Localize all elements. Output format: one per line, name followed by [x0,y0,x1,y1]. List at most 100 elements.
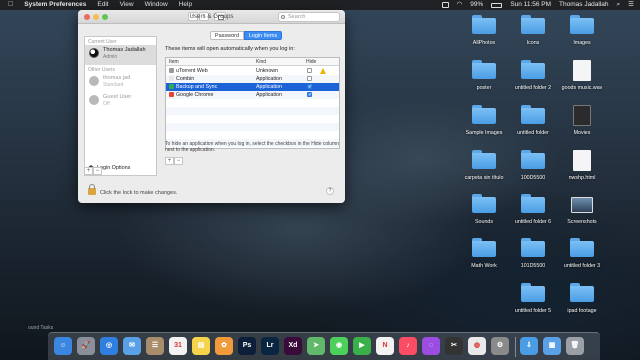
airplay-icon[interactable] [441,2,449,8]
desktop-item[interactable]: untitled folder 6 [508,194,558,238]
lock-icon[interactable] [88,184,96,195]
table-row[interactable]: Backup and Sync Application ✓ [166,83,339,91]
desktop-item[interactable]: Images [557,15,607,59]
table-row[interactable]: uTorrent Web Unknown [166,67,339,75]
desktop-item[interactable]: ipad footage [557,283,607,327]
current-user-menu[interactable]: Thomas Jadallah [559,0,609,10]
dock-chrome-icon[interactable]: ◍ [468,337,486,355]
table-row[interactable]: Combin Application [166,75,339,83]
close-button[interactable] [84,14,90,20]
dock-maps-icon[interactable]: ➤ [307,337,325,355]
desktop-item[interactable]: goods music.wav [557,60,607,104]
user-name: Guest User [103,94,132,100]
menu-extras-icon[interactable]: ☰ [628,0,634,10]
folder-icon [521,150,545,169]
menu-app-name[interactable]: System Preferences [24,0,86,10]
desktop-item[interactable]: 100D5500 [508,150,558,194]
menu-window[interactable]: Window [145,0,168,10]
desktop-item-label: Images [573,40,591,46]
desktop-item[interactable]: untitled folder [508,105,558,149]
dock-xd-icon[interactable]: Xd [284,337,302,355]
search-icon[interactable]: ⌕ [617,0,621,10]
user-avatar-icon [89,76,99,86]
show-all-grid-icon[interactable] [214,12,226,21]
add-login-item-button[interactable]: + [165,157,174,165]
dock-downloads-icon[interactable]: ⇩ [520,337,538,355]
desktop-item[interactable]: poster [459,60,509,104]
dock-lightroom-icon[interactable]: Lr [261,337,279,355]
hide-checkbox[interactable]: ✓ [307,92,312,98]
folder-icon [570,283,594,302]
wifi-icon[interactable]: ◠ [457,0,463,10]
dock-notes-icon[interactable]: ▤ [192,337,210,355]
user-item-guest[interactable]: Guest User Off [85,92,156,112]
dock-podcasts-icon[interactable]: ◌ [422,337,440,355]
folder-icon [472,15,496,34]
document-file-icon [573,150,591,171]
column-item[interactable]: Item [169,59,179,65]
dock-news-icon[interactable]: N [376,337,394,355]
battery-icon[interactable] [491,2,503,8]
tab-login-items[interactable]: Login Items [244,31,282,40]
user-item-thomas-jadallah[interactable]: Thomas Jadallah Admin [85,45,156,65]
remove-user-button[interactable]: − [93,167,102,175]
battery-percent[interactable]: 99% [470,0,483,10]
desktop-item[interactable]: Screenshots [557,194,607,238]
dock-photos-icon[interactable]: ✿ [215,337,233,355]
folder-icon [521,238,545,257]
dock-facetime-icon[interactable]: ▶ [353,337,371,355]
lock-row[interactable]: Click the lock to make changes. [88,184,177,196]
hide-checkbox[interactable] [307,68,312,73]
desktop-item[interactable]: Sample Images [459,105,509,149]
menu-edit[interactable]: Edit [97,0,108,10]
desktop-item[interactable]: untitled folder 2 [508,60,558,104]
item-kind: Unknown [256,68,279,74]
table-row[interactable]: Google Chrome Application ✓ [166,91,339,99]
desktop-item[interactable]: Movies [557,105,607,149]
dock-contacts-icon[interactable]: ☰ [146,337,164,355]
forward-button[interactable]: › [199,12,209,21]
desktop-item[interactable]: untitled folder 3 [557,238,607,282]
clock[interactable]: Sun 11:56 PM [510,0,551,10]
desktop-item[interactable]: Icons [508,15,558,59]
apple-menu-icon[interactable]:  [8,0,13,10]
user-role: Standard [103,82,124,88]
desktop-item[interactable]: Math Work [459,238,509,282]
dock-launchpad-icon[interactable]: 🚀 [77,337,95,355]
search-field[interactable]: Search [278,12,340,22]
desktop-item[interactable]: nwshp.html [557,150,607,194]
app-icon [169,84,174,89]
hide-checkbox[interactable] [307,76,312,81]
add-user-button[interactable]: + [84,167,93,175]
dock-photoshop-icon[interactable]: Ps [238,337,256,355]
hide-help-text: To hide an application when you log in, … [165,141,339,153]
tab-password[interactable]: Password [210,31,244,40]
remove-login-item-button[interactable]: − [174,157,183,165]
minimize-button[interactable] [93,14,99,20]
desktop-item[interactable]: AllPhotos [459,15,509,59]
hide-checkbox[interactable]: ✓ [307,84,312,90]
menu-view[interactable]: View [120,0,134,10]
dock-documents-icon[interactable]: ▦ [543,337,561,355]
dock-final-cut-icon[interactable]: ✂ [445,337,463,355]
column-hide[interactable]: Hide [306,59,316,65]
zoom-button[interactable] [102,14,108,20]
desktop-item[interactable]: Sounds [459,194,509,238]
dock-mail-icon[interactable]: ✉ [123,337,141,355]
desktop-item[interactable]: carpeta sin título [459,150,509,194]
dock-calendar-icon[interactable]: 31 [169,337,187,355]
dock-music-icon[interactable]: ♪ [399,337,417,355]
user-item-thomas-jad[interactable]: thomas jad Standard [85,73,156,93]
column-kind[interactable]: Kind [256,59,266,65]
dock-safari-icon[interactable]: ◎ [100,337,118,355]
dock-messages-icon[interactable]: ◉ [330,337,348,355]
dock-system-preferences-icon[interactable]: ⚙ [491,337,509,355]
help-button[interactable]: ? [326,187,334,195]
dock-finder-icon[interactable]: ☺ [54,337,72,355]
desktop-item[interactable]: 101D5500 [508,238,558,282]
menu-help[interactable]: Help [179,0,192,10]
dock-trash-icon[interactable]: 🗑 [566,337,584,355]
title-bar[interactable]: ‹ › Users & Groups Search [78,10,345,24]
back-button[interactable]: ‹ [188,12,198,21]
desktop-item[interactable]: untitled folder 5 [508,283,558,327]
